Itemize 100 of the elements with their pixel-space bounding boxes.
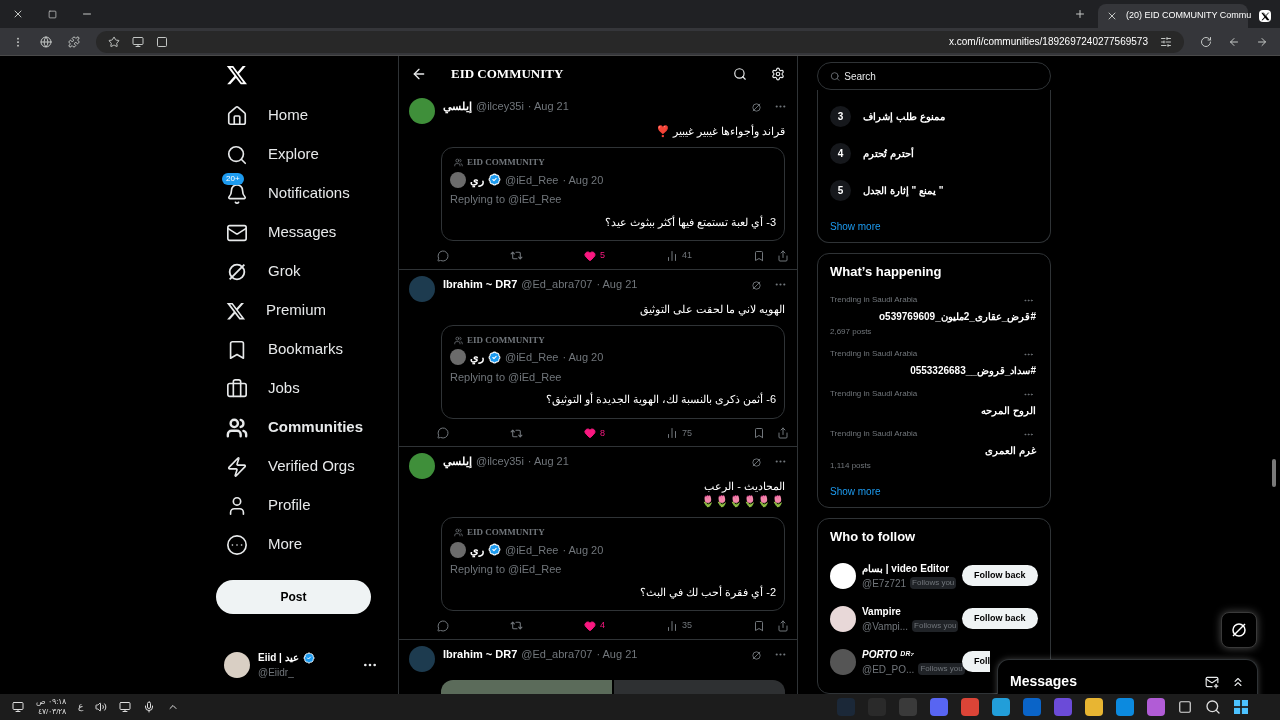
follow-back-button[interactable]: Follow back [962,565,1038,586]
author-name: ري [470,172,484,188]
search-input[interactable]: Search [844,68,1038,84]
search-icon [226,143,248,166]
bookmark-star-icon[interactable] [108,35,120,48]
trend-category: Trending in Saudi Arabia [830,347,918,360]
heart-icon[interactable] [583,619,596,632]
views-icon[interactable] [665,619,678,632]
clock-date: ٤٧/٠٣/٢٨ [38,707,67,717]
nav-link[interactable]: Notifications [268,182,350,205]
install-icon[interactable] [132,35,144,48]
back-icon[interactable] [411,66,427,82]
nav-link[interactable]: Grok [268,260,301,283]
messages-dock[interactable]: Messages [997,659,1258,694]
nav-link[interactable]: Explore [268,143,319,166]
site-settings-icon[interactable] [1160,35,1172,48]
new-tab-icon[interactable] [1074,8,1086,20]
reply-icon[interactable] [437,427,449,440]
trend-category: Trending in Saudi Arabia [830,387,918,400]
people-icon [454,158,463,168]
user-name[interactable]: Vampire [862,603,956,619]
address-bar[interactable]: x.com/i/communities/1892697240277569573 [96,30,1184,53]
post-text: المحاديث - الرعب [703,479,786,494]
bookmark-icon[interactable] [752,427,765,440]
settings-icon[interactable] [771,67,785,81]
restore-window-icon[interactable] [48,9,57,19]
author-name[interactable]: Ibrahim ~ DR7 [443,275,518,292]
like-count: 5 [599,249,605,262]
heart-icon[interactable] [583,427,596,440]
author-name[interactable]: Ibrahim ~ DR7 [443,645,518,662]
profile-icon[interactable] [40,35,52,48]
account-name: Eiid | عيد [258,651,299,665]
x-logo-icon[interactable] [226,64,248,86]
nav-link[interactable]: Bookmarks [268,338,344,361]
follow-back-button[interactable]: Foll [962,651,990,672]
slashed-circle-icon[interactable] [751,649,762,661]
trend-name: الروح المرحه [980,403,1037,418]
post-text: 6- أثمن ذكرى بالنسبة لك، الهوية الجديدة أو التوثيق؟ [544,391,776,408]
nav-link[interactable]: Premium [266,299,326,322]
share-icon[interactable] [776,249,789,262]
post-button[interactable]: Post [216,580,371,614]
reply-icon[interactable] [437,249,449,262]
nav-link[interactable]: Home [268,104,308,127]
views-icon[interactable] [665,427,678,440]
bookmark-icon[interactable] [752,619,765,632]
author-name[interactable]: إيلسي [443,98,472,115]
volume-icon[interactable] [95,701,108,713]
user-name[interactable]: PORTO ᴰᴿ⁷ [862,646,956,662]
rule-number: 5 [830,180,851,201]
account-handle: @Eiidr_ [258,666,295,680]
language-indicator[interactable]: ع [78,700,84,714]
nav-link[interactable]: Profile [268,494,311,517]
slashed-circle-icon[interactable] [751,279,762,291]
trend-name: غرم العمری [984,443,1038,458]
user-name[interactable]: بسام | video Editor [862,560,956,576]
author-handle: @Ed_abra707 [521,646,593,662]
nav-link[interactable]: Communities [268,416,363,439]
x-logo-icon [226,300,246,321]
tab-icon[interactable] [156,35,168,48]
search-icon[interactable] [733,67,747,81]
view-count: 41 [681,249,692,262]
forward-icon[interactable] [1256,35,1268,48]
new-message-icon[interactable] [1205,674,1219,689]
close-tab-icon[interactable] [1106,10,1118,22]
grok-button[interactable] [1221,612,1257,648]
like-count: 8 [599,426,605,440]
reply-icon[interactable] [437,619,449,632]
slashed-circle-icon[interactable] [751,102,762,113]
avatar[interactable] [830,605,856,632]
show-more-link[interactable]: Show more [830,483,1038,499]
search-icon[interactable] [1205,699,1221,715]
extensions-icon[interactable] [68,35,80,48]
start-icon[interactable] [1234,700,1248,714]
nav-link[interactable]: Messages [268,221,337,244]
clock-time: ٠٩:١٨ ص [36,697,67,707]
avatar[interactable] [830,562,856,589]
close-window-icon[interactable] [12,8,24,20]
rule-text: ممنوع طلب إشراف [863,110,945,124]
nav-link[interactable]: More [268,533,303,556]
slashed-circle-icon [1230,621,1248,639]
avatar[interactable] [224,652,250,678]
reload-icon[interactable] [1200,35,1212,48]
views-icon[interactable] [665,249,678,262]
heart-icon[interactable] [583,249,596,262]
slashed-circle-icon[interactable] [751,457,762,468]
post-text: 3- أي لعبة تستمتع فيها أكثر ببثوث عيد؟ [603,214,776,230]
bookmark-icon[interactable] [752,249,765,262]
post-date: · Aug 21 [527,99,569,114]
share-icon[interactable] [776,619,789,632]
follow-back-button[interactable]: Follow back [962,608,1038,629]
replying-to: Replying to @iEd_Ree [450,369,563,385]
show-more-link[interactable]: Show more [830,219,1038,234]
post-date: · Aug 20 [562,542,604,558]
microphone-icon[interactable] [143,701,156,713]
share-icon[interactable] [776,427,789,440]
nav-link[interactable]: Verified Orgs [268,455,355,478]
author-name[interactable]: إيلسي [443,453,472,470]
task-view-icon[interactable] [1178,700,1192,714]
trend-category: Trending in Saudi Arabia [830,427,918,440]
nav-link[interactable]: Jobs [268,377,300,400]
